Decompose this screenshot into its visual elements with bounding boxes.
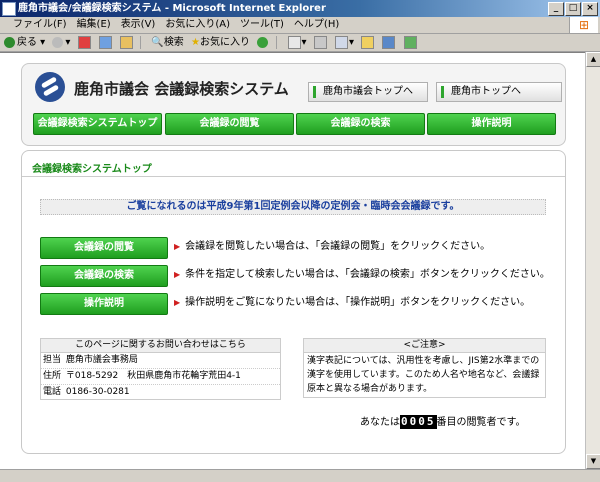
divider xyxy=(22,176,565,177)
nav-search[interactable]: 会議録の検索 xyxy=(296,113,425,135)
research-icon xyxy=(403,35,417,49)
help-description: ▶ 操作説明をご覧になりたい場合は、「操作説明」ボタンをクリックください。 xyxy=(174,293,530,313)
bullet-icon: ▶ xyxy=(174,242,181,251)
browse-description-text: 会議録を閲覧したい場合は、「会議録の閲覧」をクリックください。 xyxy=(185,241,491,252)
folder-icon xyxy=(361,35,375,49)
search-button[interactable]: 🔍検索 xyxy=(151,34,183,51)
favorites-button[interactable]: ★お気に入り xyxy=(191,34,250,51)
notes-box: <ご注意> 漢字表記については、汎用性を考慮し、JIS第2水準までの漢字を使用し… xyxy=(303,338,546,398)
menu-file[interactable]: ファイル(F) xyxy=(8,17,72,33)
nav-system-top[interactable]: 会議録検索システムトップ xyxy=(33,113,162,135)
search-icon: 🔍 xyxy=(151,37,164,48)
visitor-counter: あなたは0005番目の閲覧者です。 xyxy=(360,415,526,430)
contact-key: 担当 xyxy=(43,355,62,365)
contact-value: 鹿角市議会事務局 xyxy=(65,355,138,365)
help-description-text: 操作説明をご覧になりたい場合は、「操作説明」ボタンをクリックください。 xyxy=(185,297,531,308)
page-viewport: 鹿角市議会 会議録検索システム 鹿角市議会トップへ 鹿角市トップへ 会議録検索シ… xyxy=(0,52,586,470)
browse-button[interactable]: 会議録の閲覧 xyxy=(40,237,168,259)
council-top-link[interactable]: 鹿角市議会トップへ xyxy=(308,82,428,102)
contact-heading: このページに関するお問い合わせはこちら xyxy=(41,339,280,353)
stop-icon xyxy=(77,35,91,49)
history-icon xyxy=(257,36,269,48)
status-bar xyxy=(0,469,600,482)
notes-body: 漢字表記については、汎用性を考慮し、JIS第2水準までの漢字を使用しています。こ… xyxy=(307,356,540,394)
city-logo-icon xyxy=(35,72,65,102)
counter-suffix: 番目の閲覧者です。 xyxy=(436,417,526,428)
scroll-down-icon[interactable]: ▼ xyxy=(586,454,600,469)
favorites-label: お気に入り xyxy=(199,37,250,48)
site-title: 鹿角市議会 会議録検索システム xyxy=(74,80,289,98)
research-button[interactable] xyxy=(403,34,418,51)
notes-heading: <ご注意> xyxy=(304,339,545,353)
toolbar-separator xyxy=(276,35,278,49)
site-header: 鹿角市議会 会議録検索システム 鹿角市議会トップへ 鹿角市トップへ 会議録検索シ… xyxy=(21,63,566,146)
windows-logo-icon: ⊞ xyxy=(569,17,598,33)
menu-help[interactable]: ヘルプ(H) xyxy=(289,17,344,33)
search-description: ▶ 条件を指定して検索したい場合は、「会議録の検索」ボタンをクリックください。 xyxy=(174,265,550,285)
toolbar-separator xyxy=(140,35,142,49)
notice-banner: ご覧になれるのは平成9年第1回定例会以降の定例会・臨時会会議録です。 xyxy=(40,199,546,215)
counter-prefix: あなたは xyxy=(360,417,400,428)
nav-browse[interactable]: 会議録の閲覧 xyxy=(165,113,294,135)
help-button[interactable]: 操作説明 xyxy=(40,293,168,315)
vertical-scrollbar[interactable]: ▲ ▼ xyxy=(585,52,600,469)
bullet-icon: ▶ xyxy=(174,298,181,307)
forward-button[interactable]: ▾ xyxy=(52,34,70,51)
star-icon: ★ xyxy=(191,37,200,48)
print-button[interactable] xyxy=(313,34,328,51)
edit-icon xyxy=(334,35,348,49)
messenger-button[interactable] xyxy=(382,34,396,51)
search-description-text: 条件を指定して検索したい場合は、「会議録の検索」ボタンをクリックください。 xyxy=(185,269,550,280)
edit-button[interactable]: ▾ xyxy=(334,34,354,51)
back-arrow-icon xyxy=(4,36,15,48)
back-label: 戻る xyxy=(17,37,37,48)
nav-help[interactable]: 操作説明 xyxy=(427,113,556,135)
history-button[interactable] xyxy=(257,34,270,51)
counter-digits: 0005 xyxy=(400,415,437,429)
bullet-icon: ▶ xyxy=(174,270,181,279)
contact-box: このページに関するお問い合わせはこちら 担当 鹿角市議会事務局 住所 〒018-… xyxy=(40,338,281,400)
ie-page-icon xyxy=(2,2,16,16)
contact-value: 0186-30-0281 xyxy=(65,387,130,397)
contact-row: 担当 鹿角市議会事務局 xyxy=(41,353,280,369)
messenger-icon xyxy=(382,35,396,49)
menu-tools[interactable]: ツール(T) xyxy=(235,17,289,33)
city-top-link[interactable]: 鹿角市トップへ xyxy=(436,82,562,102)
browse-description: ▶ 会議録を閲覧したい場合は、「会議録の閲覧」をクリックください。 xyxy=(174,237,490,257)
refresh-icon xyxy=(98,35,112,49)
menu-bar: ファイル(F) 編集(E) 表示(V) お気に入り(A) ツール(T) ヘルプ(H) xyxy=(0,17,600,34)
menu-edit[interactable]: 編集(E) xyxy=(72,17,116,33)
main-content: 会議録検索システムトップ ご覧になれるのは平成9年第1回定例会以降の定例会・臨時… xyxy=(21,150,566,454)
contact-row: 電話 0186-30-0281 xyxy=(41,385,280,400)
folder-button[interactable] xyxy=(361,34,375,51)
back-button[interactable]: 戻る ▾ xyxy=(4,34,45,51)
search-label: 検索 xyxy=(163,37,184,48)
contact-key: 住所 xyxy=(43,371,62,381)
section-title: 会議録検索システムトップ xyxy=(32,164,152,175)
contact-value: 〒018-5292 秋田県鹿角市花輪字荒田4-1 xyxy=(65,371,241,381)
menu-view[interactable]: 表示(V) xyxy=(116,17,161,33)
home-button[interactable] xyxy=(119,34,134,51)
stop-button[interactable] xyxy=(77,34,92,51)
contact-row: 住所 〒018-5292 秋田県鹿角市花輪字荒田4-1 xyxy=(41,369,280,385)
minimize-button[interactable]: _ xyxy=(548,2,564,16)
window-title: 鹿角市議会/会議録検索システム - Microsoft Internet Exp… xyxy=(18,3,326,14)
refresh-button[interactable] xyxy=(98,34,113,51)
menu-favorites[interactable]: お気に入り(A) xyxy=(160,17,235,33)
title-bar: 鹿角市議会/会議録検索システム - Microsoft Internet Exp… xyxy=(0,0,600,17)
close-button[interactable]: × xyxy=(582,2,598,16)
home-icon xyxy=(119,35,133,49)
browser-toolbar: 戻る ▾ ▾ 🔍検索 ★お気に入り ▾ ▾ xyxy=(0,34,600,52)
maximize-button[interactable]: □ xyxy=(565,2,581,16)
search-records-button[interactable]: 会議録の検索 xyxy=(40,265,168,287)
forward-arrow-icon xyxy=(52,36,64,48)
mail-button[interactable]: ▾ xyxy=(287,34,307,51)
scroll-up-icon[interactable]: ▲ xyxy=(586,52,600,67)
contact-key: 電話 xyxy=(43,387,62,397)
mail-icon xyxy=(287,35,301,49)
print-icon xyxy=(313,35,327,49)
